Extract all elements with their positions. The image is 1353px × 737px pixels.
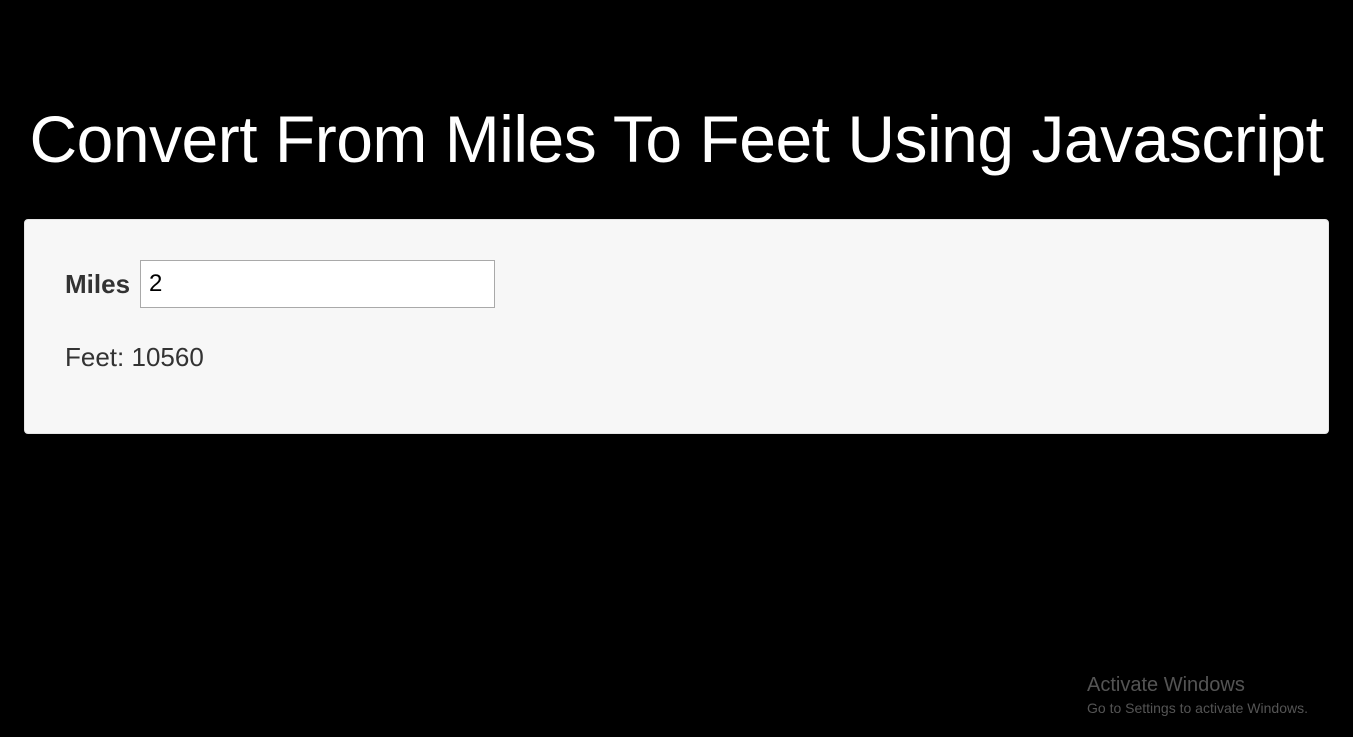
miles-row: Miles [65,260,1288,308]
feet-result-label: Feet: [65,342,124,372]
watermark-title: Activate Windows [1087,671,1308,699]
miles-input[interactable] [140,260,495,308]
feet-result-value: 10560 [131,342,203,372]
converter-card: Miles Feet: 10560 [24,219,1329,434]
page-title: Convert From Miles To Feet Using Javascr… [24,100,1329,179]
miles-label: Miles [65,269,130,300]
watermark-subtitle: Go to Settings to activate Windows. [1087,699,1308,719]
feet-result: Feet: 10560 [65,342,1288,373]
windows-activation-watermark: Activate Windows Go to Settings to activ… [1087,671,1308,719]
